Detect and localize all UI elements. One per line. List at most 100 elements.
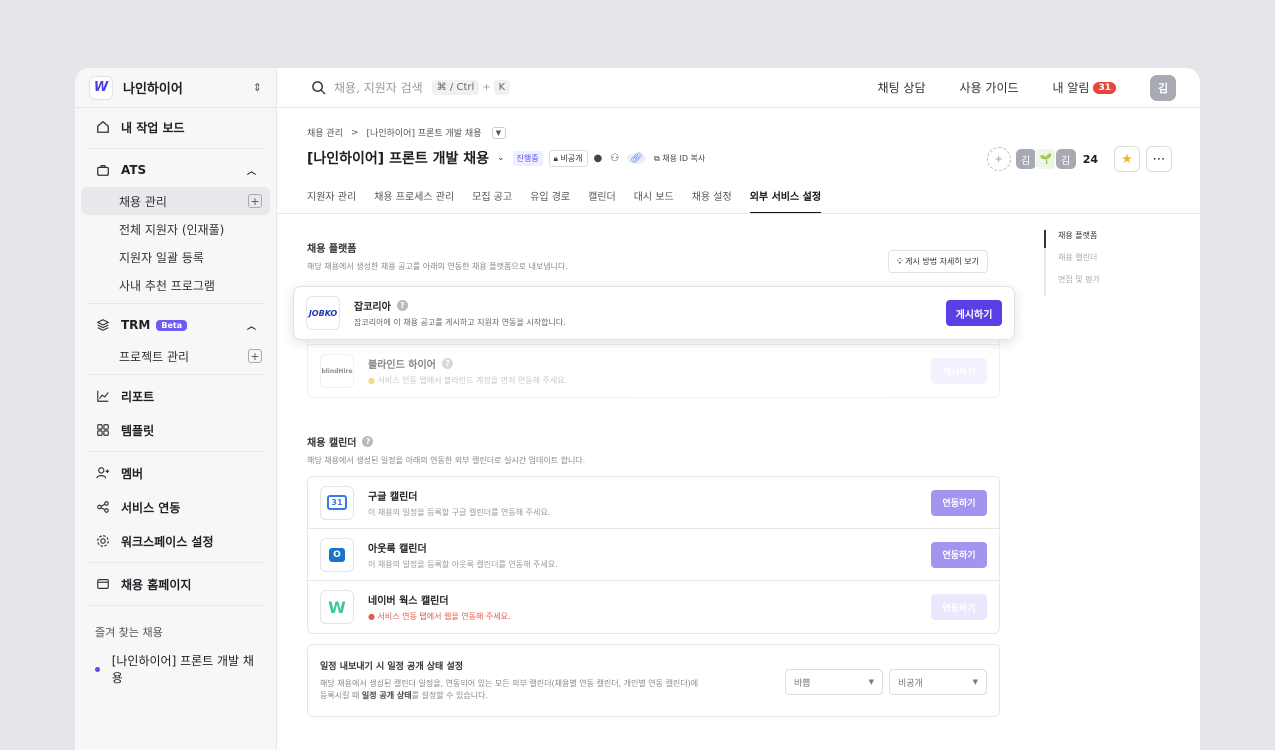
toc-item[interactable]: 면접 및 평가 xyxy=(1058,274,1100,296)
dropdown-icon[interactable]: ▼ xyxy=(491,126,506,139)
sidebar-item-label: 내 작업 보드 xyxy=(121,120,185,135)
calendar-item: 31 구글 캘린더 이 채용의 일정을 등록할 구글 캘린더를 연동해 주세요.… xyxy=(308,477,999,529)
notification-count-badge: 31 xyxy=(1093,81,1116,94)
shortcut-key: K xyxy=(493,80,511,95)
tab-dashboard[interactable]: 대시 보드 xyxy=(634,186,674,214)
tab-process[interactable]: 채용 프로세스 관리 xyxy=(374,186,454,214)
sidebar-item-recruit-manage[interactable]: 채용 관리 + xyxy=(81,187,270,215)
chevron-up-icon[interactable]: ︿ xyxy=(247,164,256,177)
connect-button[interactable]: 연동하기 xyxy=(931,541,987,568)
help-icon[interactable]: ? xyxy=(441,358,453,369)
header-tools: + 김 🌱 김 24 ★ ⋯ xyxy=(986,146,1172,172)
favorites-title: 즐겨 찾는 채용 xyxy=(95,626,163,639)
team-icon[interactable]: ⚇ xyxy=(610,153,619,164)
howto-button[interactable]: 💡︎ 게시 방법 자세히 보기 xyxy=(887,250,988,273)
member-avatar[interactable]: 김 xyxy=(1054,148,1077,170)
add-member-icon[interactable]: + xyxy=(986,147,1011,171)
tab-bar: 지원자 관리 채용 프로세스 관리 모집 공고 유입 경로 캘린더 대시 보드 … xyxy=(307,186,839,214)
favorite-item[interactable]: [나인하이어] 프론트 개발 채용 xyxy=(75,648,276,690)
toc-item[interactable]: 채용 캘린더 xyxy=(1058,252,1100,274)
member-avatar[interactable]: 🌱 xyxy=(1034,148,1057,170)
chart-line-icon xyxy=(95,388,111,404)
topbar: 채용, 지원자 검색 ⌘ / Ctrl + K 채팅 상담 사용 가이드 내 알… xyxy=(277,68,1200,108)
outlook-icon: O xyxy=(320,537,354,572)
lock-icon: 🔒︎ xyxy=(553,153,558,163)
warning-icon: ● xyxy=(368,376,375,385)
sidebar-item-my-board[interactable]: 내 작업 보드 xyxy=(81,110,270,144)
copy-id-button[interactable]: ⧉ 채용 ID 복사 xyxy=(654,153,705,164)
notifications-link[interactable]: 내 알림 31 xyxy=(1053,79,1116,96)
more-icon[interactable]: ⋯ xyxy=(1146,146,1172,172)
caret-down-icon: ▼ xyxy=(972,678,978,686)
calendar-item: O 아웃룩 캘린더 이 채용의 일정을 등록할 아웃룩 캘린더를 연동해 주세요… xyxy=(308,529,999,581)
home-icon xyxy=(95,119,111,135)
toc-item[interactable]: 채용 플랫폼 xyxy=(1058,230,1100,252)
google-calendar-icon: 31 xyxy=(320,485,354,520)
main-content: 채용, 지원자 검색 ⌘ / Ctrl + K 채팅 상담 사용 가이드 내 알… xyxy=(277,68,1200,750)
link-icon[interactable]: 🔗︎ xyxy=(627,152,646,164)
sidebar-item-template[interactable]: 템플릿 xyxy=(81,413,270,447)
sidebar-item-trm[interactable]: TRM Beta ︿ xyxy=(81,308,270,342)
tab-source[interactable]: 유입 경로 xyxy=(530,186,570,214)
sidebar-item-homepage[interactable]: 채용 홈페이지 xyxy=(81,567,270,601)
sidebar: W 나인하이어 ⇕ 내 작업 보드 ATS ︿ 채용 관리 + 전체 지원자 (… xyxy=(75,68,277,750)
sort-icon[interactable]: ⇕ xyxy=(253,81,262,94)
caret-down-icon: ▼ xyxy=(868,678,874,686)
naver-works-icon: W xyxy=(320,590,354,624)
tab-applicants[interactable]: 지원자 관리 xyxy=(307,186,356,214)
search-input[interactable]: 채용, 지원자 검색 ⌘ / Ctrl + K xyxy=(311,79,844,96)
sidebar-item-workspace-settings[interactable]: 워크스페이스 설정 xyxy=(81,524,270,558)
chat-support-link[interactable]: 채팅 상담 xyxy=(878,79,926,96)
privacy-status-select[interactable]: 비공개 ▼ xyxy=(889,669,987,695)
platform-item: blindHire 블라인드 하이어? ● 서비스 연동 탭에서 블라인드 계정… xyxy=(308,345,999,397)
breadcrumb-current[interactable]: [나인하이어] 프론트 개발 채용 xyxy=(367,126,482,139)
sidebar-item-ats[interactable]: ATS ︿ xyxy=(81,153,270,187)
sidebar-item-referral[interactable]: 사내 추천 프로그램 xyxy=(81,271,270,299)
export-settings: 일정 내보내기 시 일정 공개 상태 설정 해당 채용에서 생성된 캘린더 일정… xyxy=(307,644,1000,717)
sidebar-item-label: ATS xyxy=(121,163,147,177)
post-button[interactable]: 게시하기 xyxy=(931,358,987,384)
tab-calendar[interactable]: 캘린더 xyxy=(588,186,616,214)
sidebar-item-report[interactable]: 리포트 xyxy=(81,379,270,413)
help-icon[interactable]: ? xyxy=(362,436,374,447)
app-window: W 나인하이어 ⇕ 내 작업 보드 ATS ︿ 채용 관리 + 전체 지원자 (… xyxy=(75,68,1200,750)
sidebar-item-member[interactable]: 멤버 xyxy=(81,456,270,490)
star-icon[interactable]: ★ xyxy=(1114,146,1140,172)
sidebar-item-talent-pool[interactable]: 전체 지원자 (인재풀) xyxy=(81,215,270,243)
sidebar-item-project-manage[interactable]: 프로젝트 관리 + xyxy=(81,342,270,370)
sidebar-item-bulk-register[interactable]: 지원자 일괄 등록 xyxy=(81,243,270,271)
tab-settings[interactable]: 채용 설정 xyxy=(692,186,732,214)
breadcrumb: 채용 관리 > [나인하이어] 프론트 개발 채용 ▼ xyxy=(307,126,506,139)
chevron-down-icon[interactable]: ⌄ xyxy=(497,153,505,163)
sidebar-item-label: TRM xyxy=(121,318,151,332)
title-row: [나인하이어] 프론트 개발 채용 ⌄ 진행중 🔒︎ 비공개 ● ⚇ 🔗︎ ⧉ … xyxy=(307,148,713,168)
connect-button[interactable]: 연동하기 xyxy=(931,489,987,516)
status-badge: 진행중 xyxy=(512,150,543,166)
user-avatar[interactable]: 김 xyxy=(1150,74,1176,101)
search-icon xyxy=(312,81,326,95)
lightbulb-icon: 💡︎ xyxy=(896,257,903,266)
error-icon: ● xyxy=(368,612,375,621)
info-icon[interactable]: ● xyxy=(594,153,603,164)
help-icon[interactable]: ? xyxy=(396,300,408,311)
member-avatar[interactable]: 김 xyxy=(1014,148,1037,170)
tab-external-services[interactable]: 외부 서비스 설정 xyxy=(749,186,822,214)
busy-status-select[interactable]: 바쁨 ▼ xyxy=(785,669,883,695)
calendar-item: W 네이버 웍스 캘린더 ● 서비스 연동 탭에서 웹을 연동해 주세요. 연동… xyxy=(308,581,999,633)
breadcrumb-root[interactable]: 채용 관리 xyxy=(307,126,343,139)
user-guide-link[interactable]: 사용 가이드 xyxy=(960,79,1019,96)
briefcase-icon xyxy=(95,162,111,178)
layers-icon xyxy=(95,317,111,333)
post-button[interactable]: 게시하기 xyxy=(946,300,1002,326)
workspace-switcher[interactable]: W 나인하이어 ⇕ xyxy=(75,68,276,108)
privacy-badge[interactable]: 🔒︎ 비공개 xyxy=(548,149,588,167)
add-icon[interactable]: + xyxy=(248,194,262,208)
sidebar-item-service[interactable]: 서비스 연동 xyxy=(81,490,270,524)
tab-posting[interactable]: 모집 공고 xyxy=(472,186,512,214)
blindhire-logo: blindHire xyxy=(320,354,354,388)
chevron-up-icon[interactable]: ︿ xyxy=(247,319,256,332)
connect-button[interactable]: 연동하기 xyxy=(931,594,987,620)
copy-icon: ⧉ xyxy=(653,153,660,163)
beta-badge: Beta xyxy=(156,319,188,331)
add-icon[interactable]: + xyxy=(248,349,262,363)
